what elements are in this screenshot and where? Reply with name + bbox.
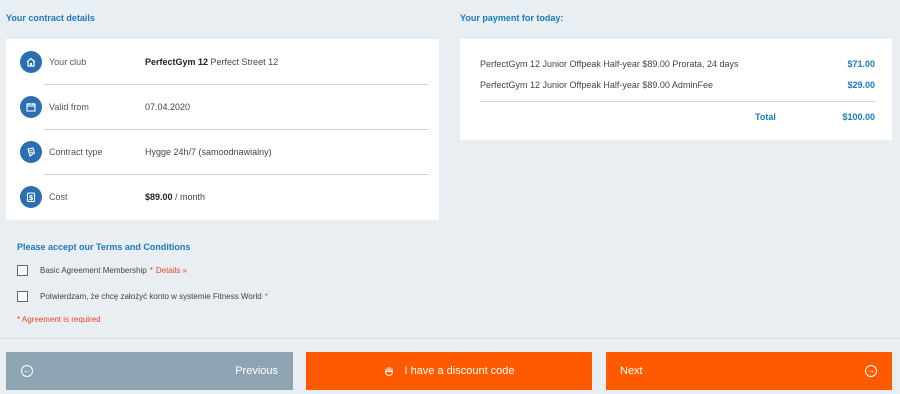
required-note: * Agreement is required [17,315,101,324]
contract-row-value: PerfectGym 12 Perfect Street 12 [145,56,279,67]
required-mark: * [264,292,268,301]
contract-icon [20,140,42,163]
contract-row-label: Cost [49,191,68,202]
footer-divider [0,338,900,339]
calendar-icon [20,95,42,118]
agreement-label: Basic Agreement Membership [40,266,147,275]
payment-line-amount: $29.00 [847,80,875,90]
payment-line-description: PerfectGym 12 Junior Offpeak Half-year $… [480,59,739,69]
agreement-fitness-world-account: Potwierdzam, że chcę założyć konto w sys… [17,291,268,302]
contract-row-value: Hygge 24h/7 (samoodnawialny) [145,146,272,157]
contract-row-label: Contract type [49,146,103,157]
payment-line-amount: $71.00 [847,59,875,69]
dollar-icon: $ [20,185,42,208]
payment-line: PerfectGym 12 Junior Offpeak Half-year $… [480,59,875,69]
contract-section-title: Your contract details [6,13,95,23]
contract-row-label: Valid from [49,101,89,112]
discount-button-label: I have a discount code [404,365,515,377]
contract-row-type: Contract type Hygge 24h/7 (samoodnawialn… [6,129,439,174]
payment-line-description: PerfectGym 12 Junior Offpeak Half-year $… [480,80,713,90]
terms-title: Please accept our Terms and Conditions [17,242,191,252]
agreement-label: Potwierdzam, że chcę założyć konto w sys… [40,292,262,301]
contract-row-label: Your club [49,56,87,67]
contract-row-value: 07.04.2020 [145,101,191,112]
contract-details-card: Your club PerfectGym 12 Perfect Street 1… [6,39,439,220]
required-mark: * [149,266,153,275]
arrow-left-circle-icon: ← [21,365,33,377]
payment-total-label: Total [755,112,776,122]
agreement-basic-membership: Basic Agreement Membership * Details » [17,265,187,276]
payment-total-amount: $100.00 [842,112,875,122]
next-button-label: Next [620,365,643,377]
next-button[interactable]: Next → [606,352,892,390]
discount-code-button[interactable]: I have a discount code [306,352,592,390]
hand-icon [383,365,395,377]
payment-divider [480,101,875,102]
payment-line: PerfectGym 12 Junior Offpeak Half-year $… [480,80,875,90]
agreement-checkbox[interactable] [17,265,28,276]
arrow-right-circle-icon: → [865,365,877,377]
contract-row-club: Your club PerfectGym 12 Perfect Street 1… [6,39,439,84]
svg-text:$: $ [29,194,34,202]
agreement-checkbox[interactable] [17,291,28,302]
previous-button-label: Previous [235,365,278,377]
payment-card: PerfectGym 12 Junior Offpeak Half-year $… [460,39,892,140]
contract-row-cost: $ Cost $89.00 / month [6,174,439,219]
payment-section-title: Your payment for today: [460,13,564,23]
previous-button[interactable]: ← Previous [6,352,293,390]
contract-row-valid-from: Valid from 07.04.2020 [6,84,439,129]
house-icon [20,50,42,73]
contract-row-value: $89.00 / month [145,191,206,202]
details-link[interactable]: Details » [156,266,187,275]
